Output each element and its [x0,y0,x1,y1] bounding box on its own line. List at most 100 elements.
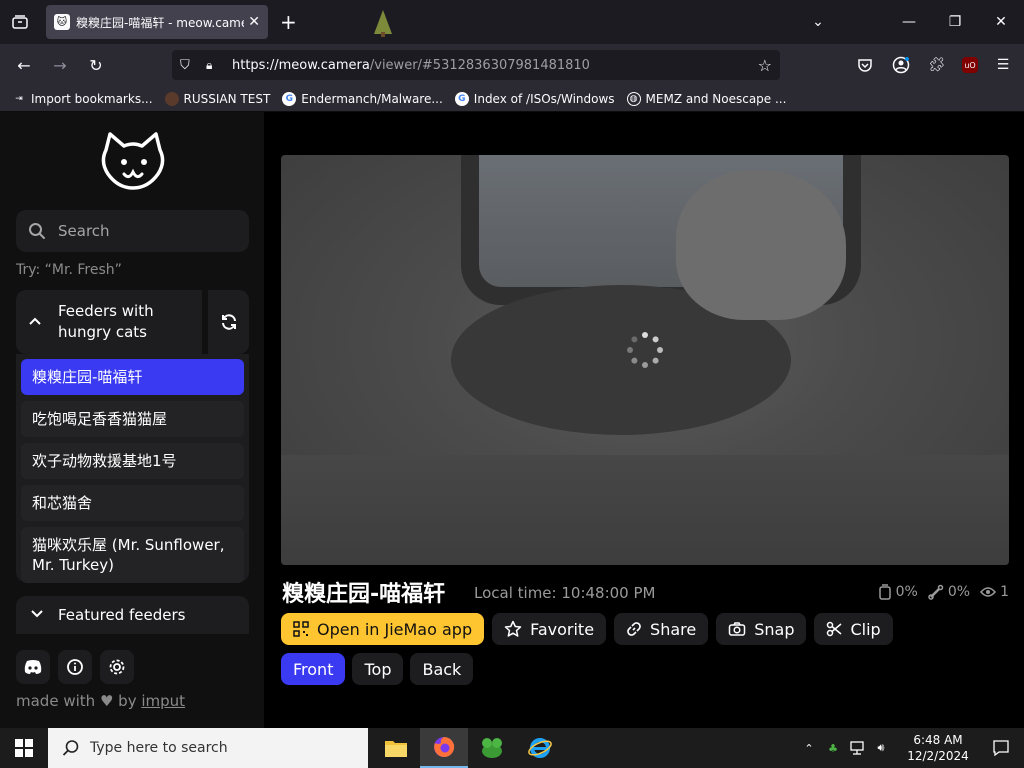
featured-title: Featured feeders [58,606,186,624]
chevron-up-icon[interactable]: ⌃ [800,739,818,757]
local-time: Local time: 10:48:00 PM [474,584,656,602]
info-icon [67,659,83,675]
treat-level: 0% [947,584,971,600]
feeder-item[interactable]: 糗糗庄园-喵福轩 [21,359,244,395]
tree-extension-icon[interactable] [372,8,394,38]
menu-icon[interactable]: ☰ [992,54,1014,76]
pocket-icon[interactable] [854,54,876,76]
eye-icon [980,587,997,597]
bookmark-label: RUSSIAN TEST [183,91,271,106]
google-icon: G [282,91,297,106]
bookmark-label: Import bookmarks... [31,91,153,106]
bookmark-import[interactable]: ⇥ Import bookmarks... [12,91,153,106]
reload-icon[interactable]: ↻ [84,53,108,77]
google-icon: G [454,91,469,106]
camera-viewer[interactable] [281,155,1009,565]
close-window-icon[interactable]: ✕ [978,14,1024,30]
internet-explorer-button[interactable] [516,728,564,768]
feeder-item[interactable]: 吃饱喝足香香猫猫屋 [21,401,244,437]
clip-button[interactable]: Clip [814,613,893,645]
back-icon[interactable]: ← [12,53,36,77]
info-button[interactable] [58,650,92,684]
globe-icon: ◍ [626,91,641,106]
forward-icon[interactable]: → [48,53,72,77]
bookmark-star-icon[interactable]: ☆ [758,56,772,75]
network-icon[interactable] [848,739,866,757]
clock-time: 6:48 AM [913,733,963,747]
minimize-icon[interactable]: — [886,14,932,30]
settings-button[interactable] [100,650,134,684]
refresh-button[interactable] [208,290,249,354]
snap-button[interactable]: Snap [716,613,807,645]
search-input[interactable] [58,222,238,240]
lock-icon[interactable]: 🔒︎ [206,58,220,73]
sidebar: Try: “Mr. Fresh” Feeders with hungry cat… [0,112,264,728]
feeder-stats: 0% 0% 1 [878,584,1009,600]
open-app-button[interactable]: Open in JieMao app [281,613,485,645]
view-front-button[interactable]: Front [281,653,346,685]
notification-icon[interactable] [986,739,1016,757]
imput-link[interactable]: imput [141,692,185,710]
footer-made: made with [16,692,96,710]
meow-camera-logo-icon[interactable] [100,132,166,192]
featured-feeders-toggle[interactable]: Featured feeders [16,596,249,634]
games-app-button[interactable] [468,728,516,768]
bookmark-russian-test[interactable]: RUSSIAN TEST [164,91,271,106]
ublock-icon[interactable]: uO [962,57,978,73]
bookmark-memz[interactable]: ◍ MEMZ and Noescape ... [626,91,786,106]
chevron-down-icon [30,608,44,622]
tray-app-icon[interactable]: ♣ [824,739,842,757]
browser-tab[interactable]: 🐱 糗糗庄园-喵福轩 - meow.camera ✕ [46,5,268,39]
view-top-button[interactable]: Top [352,653,404,685]
hungry-feeders-toggle[interactable]: Feeders with hungry cats [16,290,202,354]
camera-icon [728,622,746,636]
windows-logo-icon [15,739,33,757]
shield-icon[interactable]: ⛉ [180,58,198,73]
bookmark-endermanch[interactable]: G Endermanch/Malware... [282,91,443,106]
volume-icon[interactable]: 🔊︎ [872,739,890,757]
tab-close-icon[interactable]: ✕ [248,14,260,30]
share-button[interactable]: Share [614,613,709,645]
food-bag-icon [878,584,891,600]
viewers-stat: 1 [980,584,1009,600]
internet-explorer-icon [528,738,552,758]
feeder-item[interactable]: 欢子动物救援基地1号 [21,443,244,479]
url-text[interactable]: https://meow.camera/viewer/#531283630798… [232,58,590,73]
share-label: Share [650,619,697,639]
search-hint: Try: “Mr. Fresh” [16,262,122,278]
gear-icon [109,659,125,675]
chevron-down-icon[interactable]: ⌄ [808,14,828,30]
clock[interactable]: 6:48 AM 12/2/2024 [906,732,970,764]
start-button[interactable] [0,728,48,768]
section-title: Feeders with hungry cats [58,302,154,341]
green-creature-icon [482,738,502,758]
open-app-label: Open in JieMao app [317,619,473,639]
file-explorer-button[interactable] [372,728,420,768]
feeder-item[interactable]: 猫咪欢乐屋 (Mr. Sunflower, Mr. Turkey) [21,527,244,583]
treat-stat: 0% [928,584,970,600]
maximize-icon[interactable]: ❐ [932,14,978,30]
refresh-icon [221,314,236,330]
feeder-item[interactable]: 和芯猫舍 [21,485,244,521]
firefox-icon [434,736,455,757]
viewer-actions: Open in JieMao app Favorite Share Snap C… [281,613,893,645]
account-icon[interactable] [890,54,912,76]
view-back-button[interactable]: Back [410,653,474,685]
new-tab-button[interactable]: + [280,12,297,32]
taskbar-search[interactable]: Type here to search [48,728,368,768]
discord-button[interactable] [16,650,50,684]
clip-label: Clip [850,619,881,639]
search-box[interactable] [16,210,249,252]
favorite-button[interactable]: Favorite [492,613,607,645]
address-bar[interactable]: ⛉ 🔒︎ https://meow.camera/viewer/#5312836… [172,50,780,80]
loading-spinner-icon [627,332,663,368]
firefox-button[interactable] [420,728,468,768]
feeder-title: 糗糗庄园-喵福轩 [282,582,446,607]
taskbar-search-placeholder: Type here to search [90,740,228,756]
tab-title: 糗糗庄园-喵福轩 - meow.camera [76,15,244,30]
bookmark-label: Index of /ISOs/Windows [473,91,615,106]
camera-floor [281,455,1009,565]
bookmark-isos[interactable]: G Index of /ISOs/Windows [454,91,615,106]
extensions-icon[interactable]: 🧩︎ [926,54,948,76]
list-all-tabs-icon[interactable] [8,10,32,34]
